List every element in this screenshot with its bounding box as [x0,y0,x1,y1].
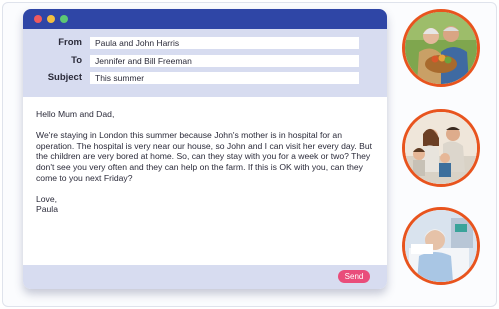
message-body[interactable]: Hello Mum and Dad, We're staying in Lond… [23,97,387,265]
subject-field[interactable]: This summer [90,72,359,84]
to-field[interactable]: Jennifer and Bill Freeman [90,55,359,67]
subject-label: Subject [47,72,82,83]
photo-hospital [402,207,480,285]
message-signature: Paula [36,204,58,215]
email-header: From Paula and John Harris To Jennifer a… [23,29,387,97]
window-titlebar [23,9,387,29]
from-field[interactable]: Paula and John Harris [90,37,359,49]
close-window-icon[interactable] [34,15,42,23]
message-greeting: Hello Mum and Dad, [36,109,115,119]
send-button[interactable]: Send [338,270,370,283]
maximize-window-icon[interactable] [60,15,68,23]
from-label: From [58,37,82,48]
from-row: From Paula and John Harris [23,37,387,49]
subject-row: Subject This summer [23,72,387,84]
photo-family [402,109,480,187]
to-label: To [71,55,82,66]
email-footer: Send [23,265,387,289]
minimize-window-icon[interactable] [47,15,55,23]
message-closing: Love, [36,193,58,204]
message-paragraph: We're staying in London this summer beca… [36,130,372,183]
email-window: From Paula and John Harris To Jennifer a… [23,9,387,289]
to-row: To Jennifer and Bill Freeman [23,55,387,67]
photo-grandparents [402,9,480,87]
